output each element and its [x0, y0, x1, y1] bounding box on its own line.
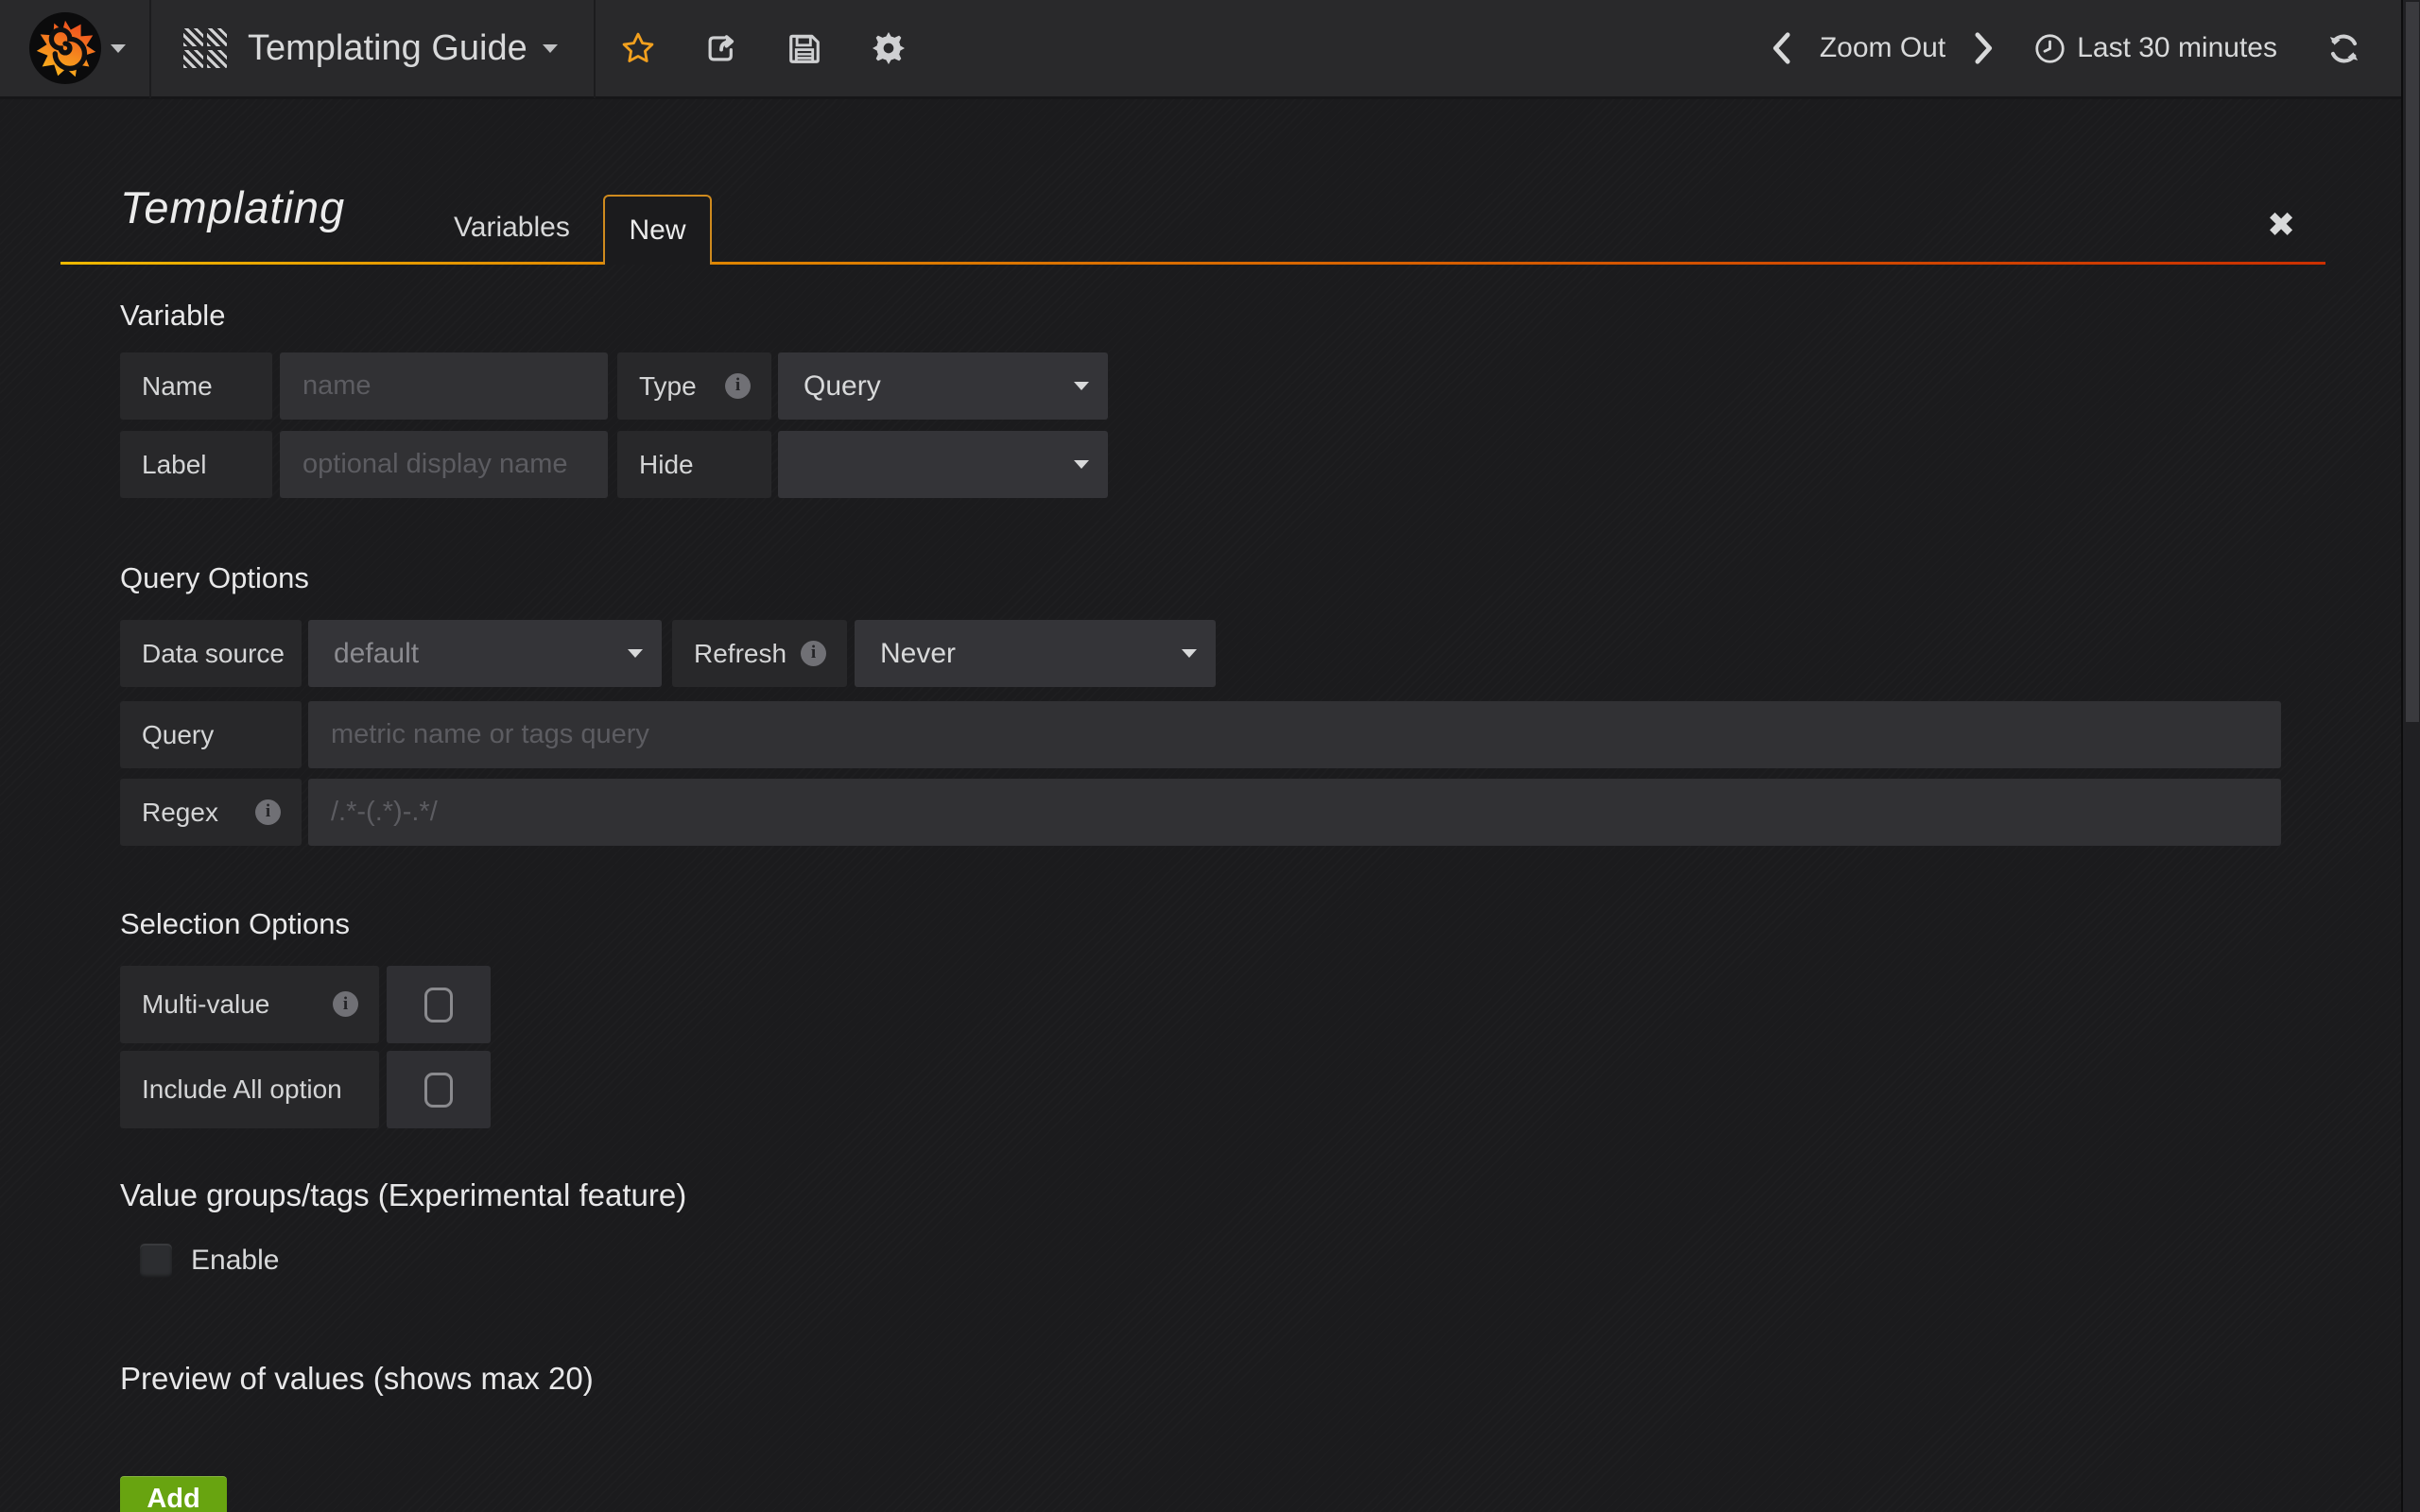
grafana-menu-button[interactable] [0, 0, 149, 98]
tab-underline [60, 262, 603, 265]
query-input[interactable] [308, 701, 2281, 768]
multi-value-label: Multi-value i [120, 966, 379, 1043]
top-navbar: Templating Guide [0, 0, 2420, 99]
grafana-logo [28, 11, 102, 85]
time-range-picker[interactable]: Last 30 minutes [2034, 32, 2277, 64]
chevron-down-icon [1182, 649, 1197, 658]
enable-checkbox[interactable] [140, 1244, 172, 1278]
data-source-select[interactable]: default [308, 620, 662, 687]
info-icon[interactable]: i [725, 373, 751, 399]
dashboard-icon [183, 28, 227, 68]
query-label: Query [120, 701, 302, 768]
refresh-label: Refresh i [672, 620, 847, 687]
chevron-down-icon [1074, 382, 1089, 390]
chevron-down-icon [111, 44, 126, 53]
label-label: Label [120, 431, 272, 498]
type-select[interactable]: Query [778, 352, 1108, 420]
chevron-down-icon [628, 649, 643, 658]
settings-button[interactable] [870, 29, 908, 67]
chevron-left-icon [1771, 32, 1791, 64]
time-range-label: Last 30 minutes [2077, 32, 2277, 64]
name-input[interactable] [280, 352, 608, 420]
variable-section-heading: Variable [120, 299, 225, 333]
include-all-checkbox[interactable] [387, 1051, 491, 1128]
divider [594, 0, 596, 98]
query-options-heading: Query Options [120, 561, 309, 595]
chevron-down-icon [1074, 460, 1089, 469]
add-button[interactable]: Add [120, 1476, 227, 1512]
tab-variables[interactable]: Variables [454, 212, 570, 244]
page-title: Templating [120, 181, 345, 233]
dashboard-title: Templating Guide [248, 28, 527, 69]
star-icon [620, 30, 656, 66]
regex-input[interactable] [308, 779, 2281, 846]
save-icon [786, 30, 822, 66]
regex-label: Regex i [120, 779, 302, 846]
refresh-select[interactable]: Never [855, 620, 1216, 687]
tab-new[interactable]: New [603, 195, 712, 265]
hide-label: Hide [617, 431, 771, 498]
page-scrollbar[interactable] [2401, 0, 2420, 1512]
info-icon[interactable]: i [255, 799, 281, 825]
info-icon[interactable]: i [801, 641, 826, 666]
checkbox-icon [424, 988, 453, 1022]
multi-value-checkbox[interactable] [387, 966, 491, 1043]
time-controls: Zoom Out Last 30 minutes [1771, 0, 2420, 98]
preview-heading: Preview of values (shows max 20) [120, 1361, 594, 1397]
label-input[interactable] [280, 431, 608, 498]
scrollbar-thumb[interactable] [2406, 2, 2419, 722]
close-icon[interactable]: ✖ [2267, 206, 2295, 245]
info-icon[interactable]: i [333, 991, 358, 1017]
dashboard-toolbar [620, 0, 908, 98]
save-button[interactable] [786, 30, 822, 66]
refresh-button[interactable] [2326, 31, 2361, 66]
time-shift-forward-button[interactable] [1974, 32, 1995, 64]
checkbox-icon [424, 1073, 453, 1108]
share-button[interactable] [703, 30, 739, 66]
type-label: Type i [617, 352, 771, 420]
name-label: Name [120, 352, 272, 420]
include-all-label: Include All option [120, 1051, 379, 1128]
chevron-right-icon [1974, 32, 1995, 64]
hide-select[interactable] [778, 431, 1108, 498]
refresh-icon [2326, 31, 2361, 66]
zoom-out-button[interactable]: Zoom Out [1820, 32, 1945, 64]
value-groups-heading: Value groups/tags (Experimental feature) [120, 1177, 686, 1213]
star-button[interactable] [620, 30, 656, 66]
clock-icon [2034, 33, 2066, 64]
share-icon [703, 30, 739, 66]
enable-label: Enable [191, 1245, 279, 1277]
tab-underline [712, 262, 2325, 265]
dashboard-title-dropdown[interactable]: Templating Guide [151, 0, 594, 98]
time-shift-back-button[interactable] [1771, 32, 1791, 64]
gear-icon [870, 29, 908, 67]
selection-options-heading: Selection Options [120, 907, 350, 941]
chevron-down-icon [543, 44, 558, 53]
data-source-label: Data source [120, 620, 302, 687]
